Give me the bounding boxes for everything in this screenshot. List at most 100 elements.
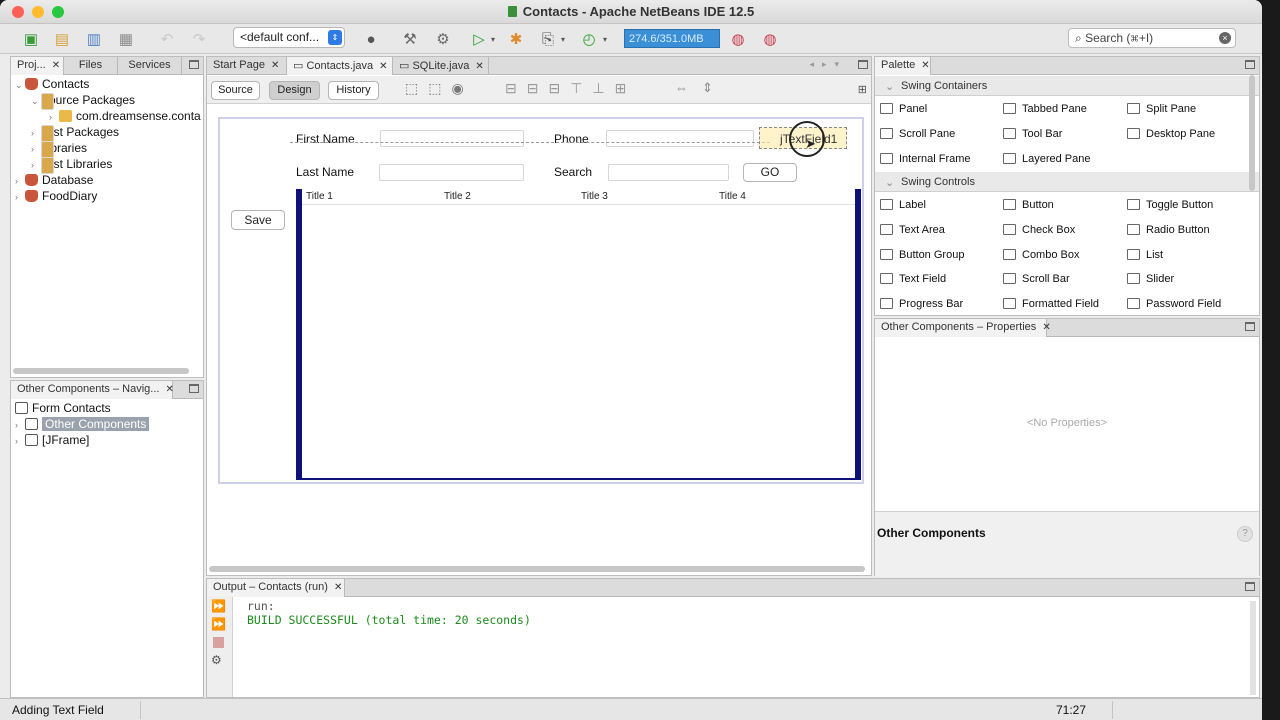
profiler-snapshot-icon[interactable]: ◍ bbox=[759, 28, 781, 50]
palette-item-layered-pane[interactable]: Layered Pane bbox=[1003, 153, 1091, 165]
close-tab-icon[interactable]: ✕ bbox=[475, 61, 483, 72]
palette-item-tool-bar[interactable]: Tool Bar bbox=[1003, 128, 1062, 140]
tree-item-database[interactable]: › Database bbox=[15, 173, 93, 189]
expand-arrow-icon[interactable]: › bbox=[15, 420, 25, 430]
search-field[interactable] bbox=[608, 164, 729, 181]
palette-item-formatted-field[interactable]: Formatted Field bbox=[1003, 298, 1099, 310]
minimize-panel-icon[interactable] bbox=[1245, 582, 1255, 591]
editor-horizontal-scrollbar[interactable] bbox=[209, 566, 865, 572]
source-button[interactable]: Source bbox=[211, 81, 260, 100]
palette-item-panel[interactable]: Panel bbox=[880, 103, 927, 115]
memory-monitor[interactable]: 274.6/351.0MB bbox=[624, 29, 720, 48]
globe-icon[interactable]: ● bbox=[360, 28, 382, 50]
palette-item-check-box[interactable]: Check Box bbox=[1003, 224, 1075, 236]
minimize-panel-icon[interactable] bbox=[1245, 322, 1255, 331]
palette-item-password-field[interactable]: Password Field bbox=[1127, 298, 1221, 310]
rerun-icon[interactable]: ⏩ bbox=[211, 599, 226, 613]
profile-dropdown-icon[interactable]: ▾ bbox=[558, 28, 568, 50]
history-button[interactable]: History bbox=[328, 81, 379, 100]
table-header-cell[interactable]: Title 3 bbox=[581, 191, 608, 202]
design-button[interactable]: Design bbox=[269, 81, 320, 100]
palette-item-toggle-button[interactable]: Toggle Button bbox=[1127, 199, 1213, 211]
build-icon[interactable]: ⚒ bbox=[399, 28, 421, 50]
attach-icon[interactable]: ◴ bbox=[578, 28, 600, 50]
palette-item-progress-bar[interactable]: Progress Bar bbox=[880, 298, 963, 310]
tab-files[interactable]: Files bbox=[64, 57, 118, 75]
palette-section-swing-controls[interactable]: ⌄ Swing Controls bbox=[875, 172, 1259, 192]
tab-navigator[interactable]: Other Components – Navig... ✕ bbox=[11, 381, 174, 399]
palette-item-list[interactable]: List bbox=[1127, 249, 1163, 261]
tree-item-libraries[interactable]: › Libraries bbox=[31, 141, 87, 158]
palette-item-button-group[interactable]: Button Group bbox=[880, 249, 964, 261]
table-header-cell[interactable]: Title 4 bbox=[719, 191, 746, 202]
close-tab-icon[interactable]: ✕ bbox=[921, 60, 929, 71]
tab-properties[interactable]: Other Components – Properties ✕ bbox=[875, 319, 1051, 337]
redo-icon[interactable]: ↷ bbox=[188, 28, 210, 50]
tree-item-source-packages[interactable]: ⌄ Source Packages bbox=[31, 93, 135, 110]
close-tab-icon[interactable]: ✕ bbox=[165, 384, 173, 395]
go-button[interactable]: GO bbox=[743, 163, 797, 182]
clear-search-icon[interactable]: × bbox=[1219, 32, 1231, 44]
palette-item-desktop-pane[interactable]: Desktop Pane bbox=[1127, 128, 1215, 140]
close-tab-icon[interactable]: ✕ bbox=[52, 60, 60, 71]
tab-projects[interactable]: Proj... ✕ bbox=[11, 57, 64, 75]
save-button[interactable]: Save bbox=[231, 210, 285, 230]
first-name-field[interactable] bbox=[380, 130, 524, 147]
tree-item-test-libraries[interactable]: › Test Libraries bbox=[31, 157, 112, 174]
attach-dropdown-icon[interactable]: ▾ bbox=[600, 28, 610, 50]
palette-scrollbar[interactable] bbox=[1249, 75, 1255, 191]
rerun-with-params-icon[interactable]: ⏩ bbox=[211, 617, 226, 631]
expand-arrow-icon[interactable]: › bbox=[31, 160, 41, 170]
tree-item-test-packages[interactable]: › Test Packages bbox=[31, 125, 119, 142]
table-header-cell[interactable]: Title 1 bbox=[306, 191, 333, 202]
expand-arrow-icon[interactable]: › bbox=[49, 112, 59, 122]
expand-arrow-icon[interactable]: › bbox=[15, 176, 25, 186]
close-tab-icon[interactable]: ✕ bbox=[334, 582, 342, 593]
expand-arrow-icon[interactable]: › bbox=[15, 436, 25, 446]
tab-contacts-java[interactable]: ▭ Contacts.java ✕ bbox=[287, 57, 393, 75]
palette-item-split-pane[interactable]: Split Pane bbox=[1127, 103, 1196, 115]
save-all-icon[interactable]: ▦ bbox=[115, 28, 137, 50]
close-tab-icon[interactable]: ✕ bbox=[271, 60, 279, 71]
nav-item-other-components[interactable]: › Other Components bbox=[15, 417, 150, 433]
expand-arrow-icon[interactable]: › bbox=[31, 144, 41, 154]
palette-item-tabbed-pane[interactable]: Tabbed Pane bbox=[1003, 103, 1087, 115]
nav-item-form[interactable]: Form Contacts bbox=[15, 401, 111, 417]
palette-item-label[interactable]: Label bbox=[880, 199, 926, 211]
settings-icon[interactable]: ⚙ bbox=[211, 653, 222, 667]
tab-services[interactable]: Services bbox=[118, 57, 182, 75]
run-dropdown-icon[interactable]: ▾ bbox=[488, 28, 498, 50]
maximize-editor-icon[interactable] bbox=[858, 60, 868, 69]
palette-item-text-field[interactable]: Text Field bbox=[880, 273, 946, 285]
clean-build-icon[interactable]: ⚙ bbox=[432, 28, 454, 50]
align-icons[interactable]: ⊟⊟⊟⊤⊥⊞ bbox=[505, 80, 636, 97]
tree-item-package[interactable]: › com.dreamsense.conta bbox=[49, 109, 201, 125]
expand-arrow-icon[interactable]: › bbox=[15, 192, 25, 202]
palette-item-combo-box[interactable]: Combo Box bbox=[1003, 249, 1079, 261]
gc-icon[interactable]: ◍ bbox=[727, 28, 749, 50]
palette-item-scroll-pane[interactable]: Scroll Pane bbox=[880, 128, 955, 140]
help-icon[interactable]: ? bbox=[1237, 526, 1253, 542]
undo-icon[interactable]: ↶ bbox=[156, 28, 178, 50]
new-file-icon[interactable]: ▣ bbox=[20, 28, 42, 50]
minimize-panel-icon[interactable] bbox=[189, 60, 199, 69]
palette-toggle-icon[interactable]: ⊞ bbox=[858, 83, 867, 96]
tree-item-fooddiary[interactable]: › FoodDiary bbox=[15, 189, 97, 205]
tab-sqlite-java[interactable]: ▭ SQLite.java ✕ bbox=[393, 57, 489, 75]
tab-palette[interactable]: Palette ✕ bbox=[875, 57, 931, 75]
phone-field[interactable] bbox=[606, 130, 754, 147]
palette-section-swing-containers[interactable]: ⌄ Swing Containers bbox=[875, 76, 1259, 96]
horizontal-scrollbar[interactable] bbox=[13, 368, 189, 374]
tree-item-contacts[interactable]: ⌄ Contacts bbox=[15, 77, 89, 93]
palette-item-button[interactable]: Button bbox=[1003, 199, 1054, 211]
collapse-arrow-icon[interactable]: ⌄ bbox=[15, 80, 25, 91]
close-tab-icon[interactable]: ✕ bbox=[379, 61, 387, 72]
last-name-field[interactable] bbox=[379, 164, 524, 181]
resize-icons[interactable]: ⇔⇕ bbox=[675, 80, 727, 96]
palette-item-slider[interactable]: Slider bbox=[1127, 273, 1174, 285]
ide-search-input[interactable]: ⌕ Search (⌘+I) × bbox=[1068, 28, 1236, 48]
close-tab-icon[interactable]: ✕ bbox=[1042, 322, 1050, 333]
data-table[interactable]: Title 1 Title 2 Title 3 Title 4 bbox=[296, 189, 861, 480]
stop-icon[interactable] bbox=[213, 637, 224, 648]
palette-item-scroll-bar[interactable]: Scroll Bar bbox=[1003, 273, 1070, 285]
